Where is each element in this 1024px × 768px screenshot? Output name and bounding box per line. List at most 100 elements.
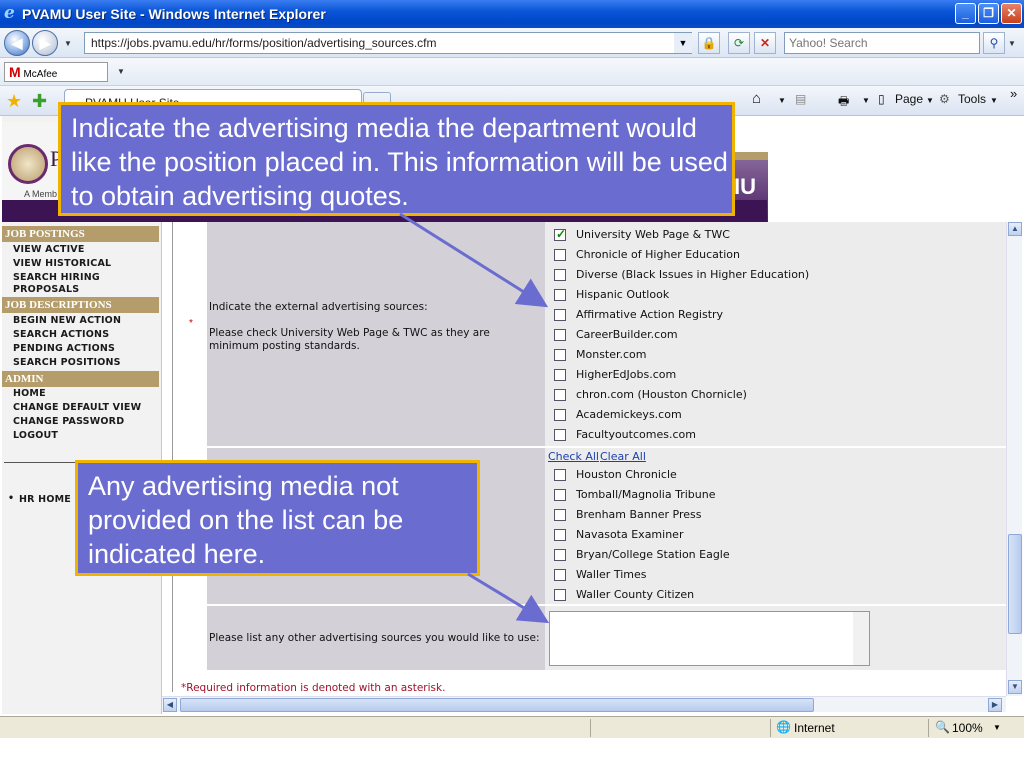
checkbox-label[interactable]: Academickeys.com	[576, 408, 682, 421]
search-options-icon[interactable]: ▼	[1008, 39, 1016, 48]
forward-button[interactable]: ▶	[32, 30, 58, 56]
checkbox-label[interactable]: Affirmative Action Registry	[576, 308, 723, 321]
check-all-link[interactable]: Check All	[548, 450, 599, 463]
nav-search-positions[interactable]: SEARCH POSITIONS	[13, 357, 121, 368]
checkbox-label[interactable]: University Web Page & TWC	[576, 228, 730, 241]
address-dropdown-icon[interactable]: ▼	[674, 33, 692, 53]
other-sources-textarea[interactable]	[549, 611, 870, 666]
checkbox-label[interactable]: Waller Times	[576, 568, 646, 581]
minimize-button[interactable]: _	[955, 3, 976, 24]
address-url: https://jobs.pvamu.edu/hr/forms/position…	[91, 36, 437, 50]
print-dropdown-icon[interactable]: ▼	[862, 96, 870, 105]
nav-proposals[interactable]: PROPOSALS	[13, 284, 79, 295]
vertical-scroll-thumb[interactable]	[1008, 534, 1022, 634]
horizontal-scroll-thumb[interactable]	[180, 698, 814, 712]
checkbox-label[interactable]: CareerBuilder.com	[576, 328, 678, 341]
scroll-right-icon[interactable]: ▶	[988, 698, 1002, 712]
nav-view-active[interactable]: VIEW ACTIVE	[13, 244, 85, 255]
nav-home[interactable]: HOME	[13, 388, 46, 399]
print-icon[interactable]: 🖶	[838, 92, 849, 113]
checkbox[interactable]	[554, 389, 566, 401]
search-go-icon[interactable]: ⚲	[983, 32, 1005, 54]
nav-search-hiring[interactable]: SEARCH HIRING	[13, 272, 100, 283]
zoom-dropdown-icon[interactable]: ▼	[993, 723, 1001, 732]
horizontal-scrollbar[interactable]: ◀ ▶	[162, 696, 1006, 712]
checkbox-label[interactable]: Brenham Banner Press	[576, 508, 701, 521]
nav-change-password[interactable]: CHANGE PASSWORD	[13, 416, 124, 427]
toolbar-chevron-icon[interactable]: »	[1010, 86, 1017, 101]
feeds-icon[interactable]: ▤	[795, 92, 806, 106]
home-dropdown-icon[interactable]: ▼	[778, 96, 786, 105]
checkbox-label[interactable]: Chronicle of Higher Education	[576, 248, 740, 261]
checkbox[interactable]	[554, 469, 566, 481]
checkbox-label[interactable]: Monster.com	[576, 348, 647, 361]
checkbox-label[interactable]: Waller County Citizen	[576, 588, 694, 601]
favorites-star-icon[interactable]: ★	[6, 91, 22, 112]
checkbox-label[interactable]: Hispanic Outlook	[576, 288, 669, 301]
checkbox[interactable]	[554, 529, 566, 541]
zoom-icon[interactable]: 🔍	[935, 720, 950, 734]
checkbox[interactable]	[554, 269, 566, 281]
nav-logout[interactable]: LOGOUT	[13, 430, 58, 441]
nav-section-admin: ADMIN	[2, 371, 159, 387]
checkbox-label[interactable]: Facultyoutcomes.com	[576, 428, 696, 441]
checkbox[interactable]	[554, 369, 566, 381]
nav-view-historical[interactable]: VIEW HISTORICAL	[13, 258, 111, 269]
page-menu[interactable]: Page	[895, 92, 923, 106]
history-dropdown-icon[interactable]: ▼	[64, 39, 72, 48]
checkbox[interactable]	[554, 429, 566, 441]
checkbox[interactable]	[554, 549, 566, 561]
address-bar[interactable]: https://jobs.pvamu.edu/hr/forms/position…	[84, 32, 692, 54]
checkbox[interactable]	[554, 227, 566, 241]
page-icon[interactable]: ▯	[878, 92, 885, 106]
checkbox[interactable]	[554, 569, 566, 581]
home-icon[interactable]: ⌂	[752, 90, 761, 107]
scroll-down-icon[interactable]: ▼	[1008, 680, 1022, 694]
other-sources-label: Please list any other advertising source…	[209, 632, 540, 644]
stop-icon[interactable]: ✕	[754, 32, 776, 54]
refresh-icon[interactable]: ⟳	[728, 32, 750, 54]
mcafee-button[interactable]: M McAfee SiteAdvisor	[4, 62, 108, 98]
vertical-scrollbar[interactable]: ▲ ▼	[1006, 222, 1022, 696]
checkbox[interactable]	[554, 489, 566, 501]
checkbox-label[interactable]: Tomball/Magnolia Tribune	[576, 488, 715, 501]
nav-search-actions[interactable]: SEARCH ACTIONS	[13, 329, 109, 340]
gear-icon[interactable]: ⚙	[939, 92, 950, 106]
checkbox-label[interactable]: Navasota Examiner	[576, 528, 683, 541]
checkbox[interactable]	[554, 289, 566, 301]
checkbox[interactable]	[554, 329, 566, 341]
add-favorites-icon[interactable]: ✚	[32, 91, 47, 112]
checkbox[interactable]	[554, 409, 566, 421]
scroll-left-icon[interactable]: ◀	[163, 698, 177, 712]
addon-toolbar: M McAfee SiteAdvisor ▼	[0, 58, 1024, 98]
checkbox[interactable]	[554, 349, 566, 361]
close-button[interactable]: ✕	[1001, 3, 1022, 24]
checkbox[interactable]	[554, 509, 566, 521]
checkbox-label[interactable]: HigherEdJobs.com	[576, 368, 676, 381]
checkbox[interactable]	[554, 249, 566, 261]
nav-hr-home[interactable]: HR HOME	[19, 494, 71, 505]
search-input[interactable]	[785, 33, 979, 53]
clear-all-link[interactable]: Clear All	[600, 450, 646, 463]
status-separator	[770, 719, 771, 737]
search-box[interactable]	[784, 32, 980, 54]
page-dropdown-icon[interactable]: ▼	[926, 96, 934, 105]
scroll-up-icon[interactable]: ▲	[1008, 222, 1022, 236]
lock-icon[interactable]: 🔒	[698, 32, 720, 54]
back-button[interactable]: ◀	[4, 30, 30, 56]
nav-begin-new-action[interactable]: BEGIN NEW ACTION	[13, 315, 121, 326]
nav-change-default-view[interactable]: CHANGE DEFAULT VIEW	[13, 402, 141, 413]
tools-dropdown-icon[interactable]: ▼	[990, 96, 998, 105]
checkbox[interactable]	[554, 589, 566, 601]
mcafee-dropdown-icon[interactable]: ▼	[117, 67, 125, 76]
checkbox-label[interactable]: chron.com (Houston Chornicle)	[576, 388, 747, 401]
textarea-scrollbar[interactable]	[853, 612, 869, 665]
restore-button[interactable]: ❐	[978, 3, 999, 24]
checkbox-label[interactable]: Houston Chronicle	[576, 468, 677, 481]
checkbox-label[interactable]: Bryan/College Station Eagle	[576, 548, 730, 561]
checkbox-label[interactable]: Diverse (Black Issues in Higher Educatio…	[576, 268, 809, 281]
zoom-level[interactable]: 100%	[952, 721, 983, 735]
tools-menu[interactable]: Tools	[958, 92, 986, 106]
checkbox[interactable]	[554, 309, 566, 321]
nav-pending-actions[interactable]: PENDING ACTIONS	[13, 343, 115, 354]
